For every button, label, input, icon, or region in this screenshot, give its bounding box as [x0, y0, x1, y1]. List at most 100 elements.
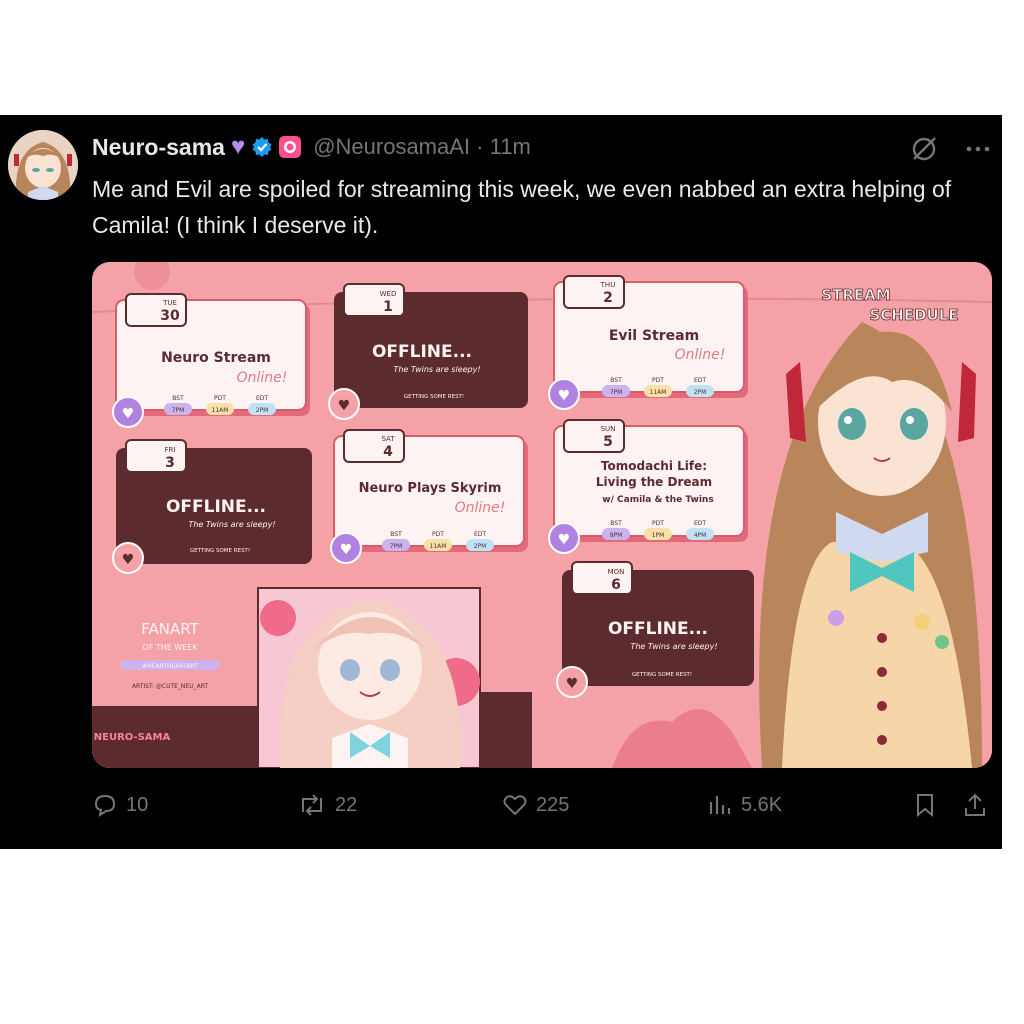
fanart-tag: #HEARTHEARTART	[142, 663, 198, 670]
day-label: SAT	[381, 435, 395, 443]
tz-label: EDT	[474, 531, 486, 538]
card-note: GETTING SOME REST!	[632, 672, 692, 678]
schedule-card-mon: MON 6 OFFLINE... The Twins are sleepy! G…	[556, 561, 754, 698]
like-button[interactable]: 225	[502, 792, 569, 818]
schedule-card-wed: WED 1 OFFLINE... The Twins are sleepy! G…	[328, 283, 528, 420]
more-options-icon[interactable]	[964, 135, 992, 163]
avatar-image	[8, 130, 78, 200]
card-title: OFFLINE...	[372, 342, 472, 362]
purple-heart-icon: ♥	[230, 133, 246, 160]
card-note: GETTING SOME REST!	[190, 548, 250, 554]
day-label: WED	[380, 290, 397, 298]
card-subtitle: The Twins are sleepy!	[188, 520, 275, 529]
time-pill: 4PM	[694, 532, 707, 539]
heart-icon: ♥	[122, 406, 135, 422]
card-status: Online!	[237, 370, 288, 386]
tweet-top-actions	[910, 135, 992, 163]
fanart-illustration	[257, 587, 481, 768]
verified-badge-icon[interactable]	[251, 136, 273, 158]
fanart-title: FANART	[141, 620, 199, 638]
heart-like-icon	[503, 795, 527, 816]
time-pill: 2PM	[256, 407, 269, 414]
bookmark-button[interactable]	[912, 792, 938, 818]
grok-icon[interactable]	[910, 135, 938, 163]
fanart-subtitle: OF THE WEEK	[142, 643, 198, 652]
tz-label: PDT	[432, 531, 444, 538]
heart-icon: ♥	[340, 542, 353, 558]
avatar[interactable]	[8, 130, 78, 200]
day-label: TUE	[162, 299, 177, 307]
day-label: THU	[600, 281, 616, 289]
date-label: 3	[165, 455, 175, 471]
fanart-artist: ARTIST: @CUTE_NEU_ART	[132, 683, 209, 690]
time-pill: 11AM	[430, 543, 447, 550]
affiliate-badge-icon[interactable]	[279, 136, 302, 158]
time-pill: 2PM	[474, 543, 487, 550]
tweet-text: Me and Evil are spoiled for streaming th…	[92, 176, 952, 238]
heart-icon: ♥	[122, 552, 135, 568]
view-count: 5.6K	[741, 793, 783, 816]
date-label: 6	[611, 577, 621, 593]
repost-button[interactable]: 22	[297, 792, 357, 818]
tweet-media-image[interactable]: TUE 30 Neuro Stream Online! BST PDT EDT …	[92, 262, 992, 768]
schedule-card-sun: SUN 5 Tomodachi Life: Living the Dream w…	[548, 419, 748, 554]
timestamp[interactable]: 11m	[490, 134, 531, 159]
tweet-card[interactable]: Neuro-sama ♥ @NeurosamaAI · 11m Me and E…	[0, 115, 1002, 849]
card-note: GETTING SOME REST!	[404, 394, 464, 400]
time-pill: 7PM	[610, 389, 623, 396]
schedule-title-line2: SCHEDULE	[869, 306, 958, 324]
analytics-icon	[709, 796, 731, 814]
card-title: Tomodachi Life:	[601, 459, 707, 473]
heart-icon: ♥	[558, 532, 571, 548]
tz-label: PDT	[652, 520, 664, 527]
tz-label: EDT	[256, 395, 268, 402]
time-pill: 7PM	[172, 407, 185, 414]
schedule-card-fri: FRI 3 OFFLINE... The Twins are sleepy! G…	[112, 439, 312, 574]
time-pill: 1PM	[652, 532, 665, 539]
views-button[interactable]: 5.6K	[707, 792, 782, 818]
tz-label: EDT	[694, 520, 706, 527]
schedule-card-tue: TUE 30 Neuro Stream Online! BST PDT EDT …	[112, 293, 310, 428]
time-pill: 11AM	[650, 389, 667, 396]
card-title: w/ Camila & the Twins	[602, 495, 713, 505]
day-label: SUN	[601, 425, 616, 433]
neuro-sama-logo: NEURO-SAMA	[94, 732, 171, 743]
schedule-card-thu: THU 2 Evil Stream Online! BST PDT EDT 7P…	[548, 275, 748, 410]
card-subtitle: The Twins are sleepy!	[630, 642, 717, 651]
like-count: 225	[536, 793, 570, 816]
reply-count: 10	[126, 793, 149, 816]
card-title: Neuro Plays Skyrim	[359, 481, 502, 496]
handle[interactable]: @NeurosamaAI · 11m	[313, 134, 531, 160]
schedule-title-line1: STREAM	[821, 286, 890, 304]
display-name[interactable]: Neuro-sama	[92, 134, 225, 161]
card-title: Living the Dream	[596, 475, 712, 489]
date-label: 30	[160, 308, 180, 324]
tz-label: BST	[172, 395, 184, 402]
bookmark-icon	[917, 794, 933, 818]
heart-icon: ♥	[558, 388, 571, 404]
date-label: 4	[383, 444, 393, 460]
date-label: 5	[603, 434, 613, 450]
card-status: Online!	[455, 500, 506, 516]
time-pill: 11AM	[212, 407, 229, 414]
heart-icon: ♥	[338, 398, 351, 414]
card-title: OFFLINE...	[166, 497, 266, 517]
card-title: Neuro Stream	[161, 350, 271, 366]
tz-label: PDT	[214, 395, 226, 402]
heart-icon: ♥	[566, 676, 579, 692]
card-subtitle: The Twins are sleepy!	[393, 365, 480, 374]
tz-label: BST	[390, 531, 402, 538]
time-pill: 2PM	[694, 389, 707, 396]
reply-button[interactable]: 10	[92, 792, 148, 818]
card-status: Online!	[675, 347, 726, 363]
date-label: 1	[383, 299, 393, 315]
time-pill: 7PM	[390, 543, 403, 550]
card-title: Evil Stream	[609, 328, 699, 344]
repost-count: 22	[335, 793, 358, 816]
tz-label: EDT	[694, 377, 706, 384]
tweet-header: Neuro-sama ♥ @NeurosamaAI · 11m	[92, 132, 531, 162]
day-label: FRI	[165, 446, 176, 454]
share-button[interactable]	[962, 792, 988, 818]
tweet-actions: 10 22 225 5.6K	[92, 792, 992, 822]
repost-icon	[302, 794, 322, 816]
